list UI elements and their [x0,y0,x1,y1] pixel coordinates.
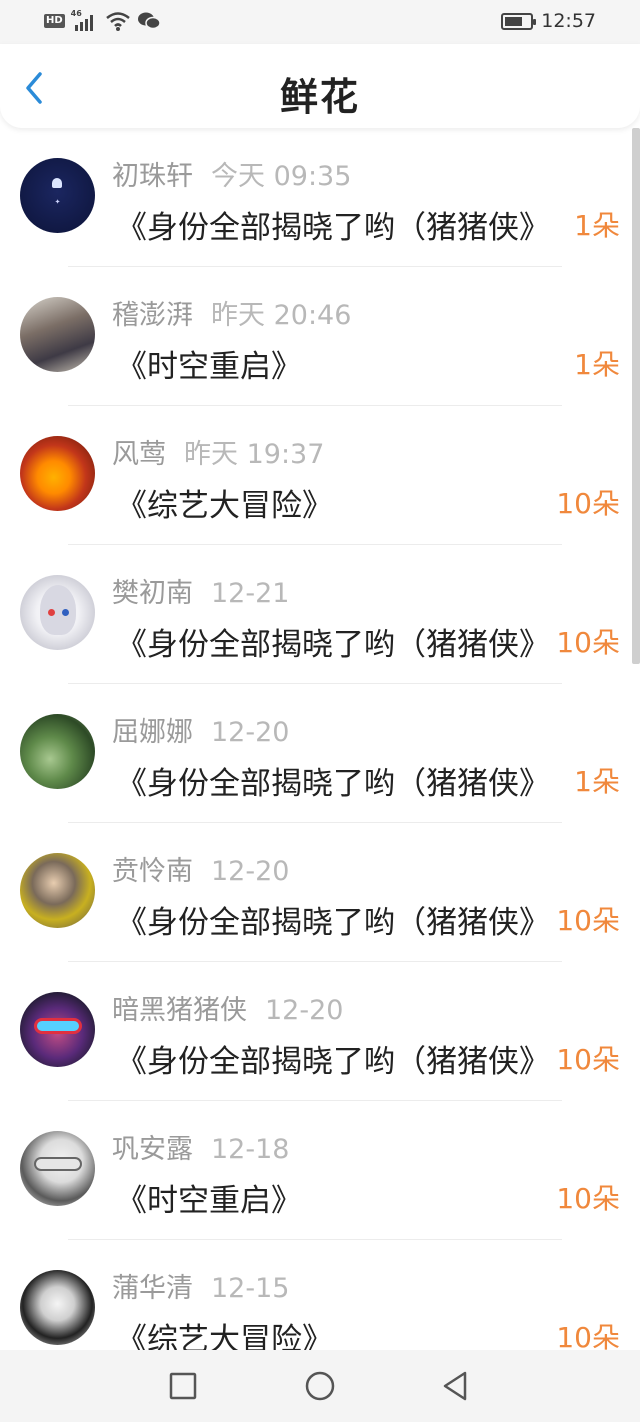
list-item-meta: 风莺 昨天 19:37 [112,432,324,471]
avatar[interactable]: ✦ [20,158,95,233]
list-item-meta: 巩安露 12-18 [112,1127,289,1166]
flower-count: 10朵 [556,626,620,659]
book-title[interactable]: 《综艺大冒险》 [116,480,552,525]
avatar[interactable] [20,436,95,511]
timestamp: 12-20 [265,995,344,1026]
list-item-meta: 屈娜娜 12-20 [112,710,289,749]
flower-list[interactable]: ✦ 初珠轩 今天 09:35 《身份全部揭晓了哟（猪猪侠》 1朵 稽澎湃 昨天 20… [0,128,640,1350]
book-title[interactable]: 《综艺大冒险》 [116,1314,552,1350]
book-title[interactable]: 《身份全部揭晓了哟（猪猪侠》 [116,758,552,803]
avatar[interactable] [20,853,95,928]
user-name[interactable]: 屈娜娜 [112,717,193,748]
home-icon[interactable] [304,1370,336,1402]
timestamp: 12-18 [211,1134,290,1165]
timestamp: 昨天 19:37 [184,439,325,470]
wechat-icon [137,12,161,30]
flower-count: 10朵 [556,904,620,937]
page-title: 鲜花 [279,75,360,119]
user-name[interactable]: 樊初南 [112,578,193,609]
timestamp: 今天 09:35 [211,161,352,192]
recent-apps-icon[interactable] [167,1370,199,1402]
system-nav-bar [0,1350,640,1422]
timestamp: 昨天 20:46 [211,300,352,331]
flower-count: 1朵 [574,765,620,798]
status-time: 12:57 [541,10,596,32]
signal-icon: 46 [70,9,99,31]
user-name[interactable]: 初珠轩 [112,161,193,192]
avatar[interactable] [20,575,95,650]
timestamp: 12-20 [211,856,290,887]
flower-count: 10朵 [556,487,620,520]
list-item[interactable]: 风莺 昨天 19:37 《综艺大冒险》 10朵 [0,406,630,545]
book-title[interactable]: 《身份全部揭晓了哟（猪猪侠》 [116,619,552,664]
list-item-meta: 蒲华清 12-15 [112,1266,289,1305]
flower-count: 10朵 [556,1182,620,1215]
timestamp: 12-21 [211,578,290,609]
list-item[interactable]: 蒲华清 12-15 《综艺大冒险》 10朵 [0,1240,630,1350]
wifi-icon [105,12,130,31]
user-name[interactable]: 巩安露 [112,1134,193,1165]
header: 鲜花 [0,44,640,128]
user-name[interactable]: 暗黑猪猪侠 [112,995,247,1026]
user-name[interactable]: 风莺 [112,439,166,470]
list-item[interactable]: 屈娜娜 12-20 《身份全部揭晓了哟（猪猪侠》 1朵 [0,684,630,823]
list-item-meta: 稽澎湃 昨天 20:46 [112,293,351,332]
book-title[interactable]: 《身份全部揭晓了哟（猪猪侠》 [116,202,552,247]
battery-icon [501,12,537,30]
flower-count: 1朵 [574,209,620,242]
timestamp: 12-15 [211,1273,290,1304]
hd-badge: HD [44,14,65,28]
scrollbar[interactable] [632,128,640,664]
flower-count: 10朵 [556,1321,620,1350]
status-right: 12:57 [501,10,596,32]
list-item-meta: 贲怜南 12-20 [112,849,289,888]
back-icon[interactable] [440,1370,472,1402]
flower-count: 10朵 [556,1043,620,1076]
status-left: HD 46 [44,9,161,32]
avatar[interactable] [20,1270,95,1345]
list-item[interactable]: 樊初南 12-21 《身份全部揭晓了哟（猪猪侠》 10朵 [0,545,630,684]
list-item[interactable]: 巩安露 12-18 《时空重启》 10朵 [0,1101,630,1240]
list-item[interactable]: 稽澎湃 昨天 20:46 《时空重启》 1朵 [0,267,630,406]
book-title[interactable]: 《时空重启》 [116,1175,552,1220]
avatar[interactable] [20,714,95,789]
flower-count: 1朵 [574,348,620,381]
list-item-meta: 樊初南 12-21 [112,571,289,610]
list-item-meta: 初珠轩 今天 09:35 [112,154,351,193]
network-type-label: 46 [70,9,82,18]
user-name[interactable]: 蒲华清 [112,1273,193,1304]
timestamp: 12-20 [211,717,290,748]
list-item-meta: 暗黑猪猪侠 12-20 [112,988,343,1027]
avatar[interactable] [20,1131,95,1206]
user-name[interactable]: 贲怜南 [112,856,193,887]
book-title[interactable]: 《身份全部揭晓了哟（猪猪侠》 [116,1036,552,1081]
list-item[interactable]: 暗黑猪猪侠 12-20 《身份全部揭晓了哟（猪猪侠》 10朵 [0,962,630,1101]
book-title[interactable]: 《时空重启》 [116,341,552,386]
avatar[interactable] [20,992,95,1067]
list-item[interactable]: ✦ 初珠轩 今天 09:35 《身份全部揭晓了哟（猪猪侠》 1朵 [0,128,630,267]
book-title[interactable]: 《身份全部揭晓了哟（猪猪侠》 [116,897,552,942]
user-name[interactable]: 稽澎湃 [112,300,193,331]
list-item[interactable]: 贲怜南 12-20 《身份全部揭晓了哟（猪猪侠》 10朵 [0,823,630,962]
avatar[interactable] [20,297,95,372]
status-bar: HD 46 12:57 [0,0,640,44]
